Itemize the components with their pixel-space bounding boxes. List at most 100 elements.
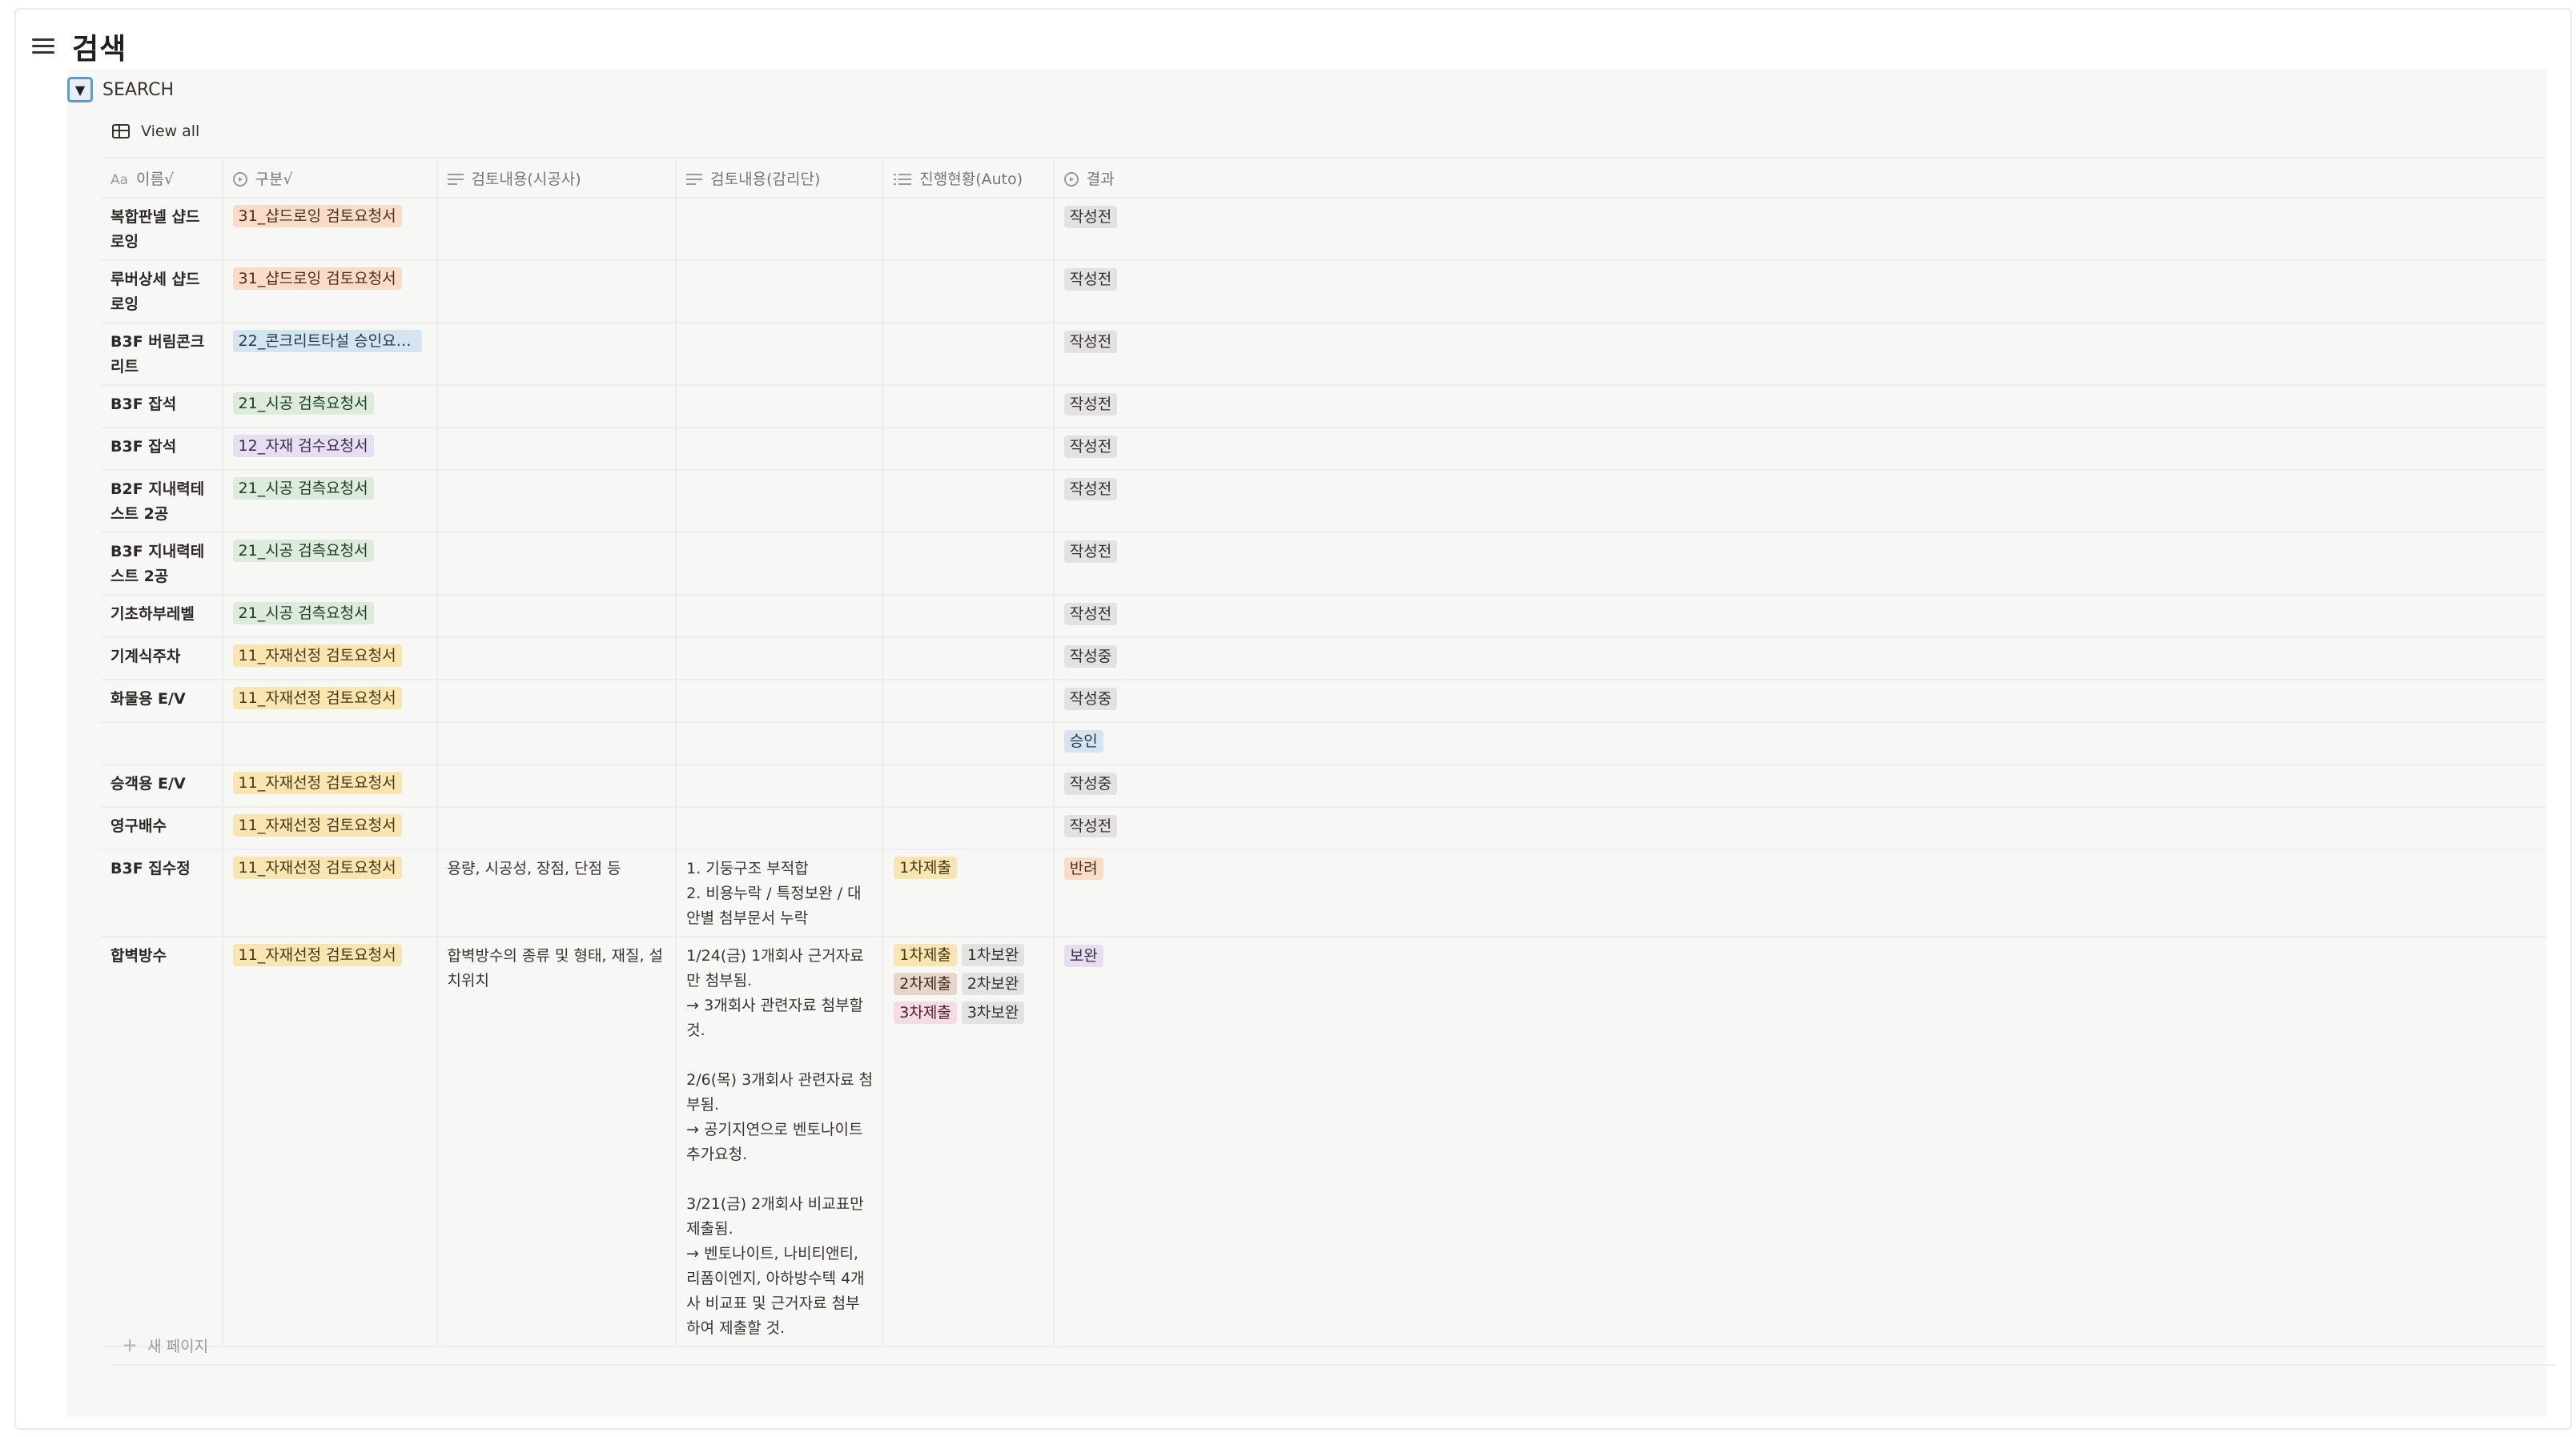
cell-review-contractor[interactable] <box>436 765 677 808</box>
new-page-button[interactable]: + 새 페이지 <box>111 1326 2556 1366</box>
cell-review-supervisor[interactable] <box>676 807 885 850</box>
cell-name[interactable]: B3F 집수정 <box>101 849 223 937</box>
cell-progress[interactable] <box>883 765 1055 808</box>
cell-category[interactable]: 31_샵드로잉 검토요청서 <box>222 198 438 261</box>
cell-category[interactable]: 31_샵드로잉 검토요청서 <box>222 260 438 323</box>
cell-result[interactable]: 작성전 <box>1053 260 2546 323</box>
cell-result[interactable]: 작성전 <box>1053 595 2546 638</box>
cell-name[interactable]: B2F 지내력테스트 2공 <box>101 470 223 533</box>
table-row[interactable]: 승객용 E/V 11_자재선정 검토요청서 작성중 <box>101 765 2546 808</box>
cell-progress[interactable] <box>883 680 1055 723</box>
cell-progress[interactable] <box>883 385 1055 428</box>
table-row[interactable]: 기계식주차 11_자재선정 검토요청서 작성중 <box>101 637 2546 680</box>
table-row[interactable]: 영구배수 11_자재선정 검토요청서 작성전 <box>101 807 2546 850</box>
cell-review-supervisor[interactable] <box>676 765 885 808</box>
cell-name[interactable]: B3F 지내력테스트 2공 <box>101 532 223 596</box>
table-row[interactable]: B2F 지내력테스트 2공 21_시공 검측요청서 작성전 <box>101 470 2546 533</box>
table-row[interactable]: 기초하부레벨 21_시공 검측요청서 작성전 <box>101 595 2546 638</box>
cell-category[interactable]: 11_자재선정 검토요청서 <box>222 849 438 937</box>
cell-progress[interactable]: 1차제출 1차보완 2차제출 2차보완 3차제출 3차보완 <box>883 937 1055 1347</box>
cell-result[interactable]: 작성전 <box>1053 198 2546 261</box>
cell-review-supervisor[interactable] <box>676 323 885 386</box>
cell-result[interactable]: 보완 <box>1053 937 2546 1347</box>
table-row[interactable]: 복합판넬 샵드로잉 31_샵드로잉 검토요청서 작성전 <box>101 198 2546 261</box>
toggle-triangle-icon[interactable]: ▼ <box>67 77 93 102</box>
cell-result[interactable]: 작성중 <box>1053 637 2546 680</box>
cell-review-contractor[interactable] <box>436 385 677 428</box>
cell-review-supervisor[interactable] <box>676 722 885 765</box>
cell-category[interactable]: 11_자재선정 검토요청서 <box>222 937 438 1347</box>
cell-name[interactable]: B3F 버림콘크리트 <box>101 323 223 386</box>
cell-name[interactable]: 루버상세 샵드로잉 <box>101 260 223 323</box>
cell-progress[interactable] <box>883 260 1055 323</box>
cell-result[interactable]: 작성중 <box>1053 765 2546 808</box>
cell-progress[interactable] <box>883 722 1055 765</box>
cell-review-supervisor[interactable]: 1. 기둥구조 부적합 2. 비용누락 / 특정보완 / 대안별 첨부문서 누락 <box>676 849 885 937</box>
cell-result[interactable]: 작성전 <box>1053 470 2546 533</box>
cell-review-supervisor[interactable] <box>676 427 885 471</box>
cell-name[interactable]: 화물용 E/V <box>101 680 223 723</box>
cell-category[interactable]: 11_자재선정 검토요청서 <box>222 637 438 680</box>
cell-review-contractor[interactable] <box>436 470 677 533</box>
cell-category[interactable]: 21_시공 검측요청서 <box>222 385 438 428</box>
cell-category[interactable]: 11_자재선정 검토요청서 <box>222 680 438 723</box>
cell-review-contractor[interactable]: 합벽방수의 종류 및 형태, 재질, 설치위치 <box>436 937 677 1347</box>
cell-progress[interactable]: 1차제출 <box>883 849 1055 937</box>
cell-result[interactable]: 작성전 <box>1053 807 2546 850</box>
table-row[interactable]: 화물용 E/V 11_자재선정 검토요청서 작성중 <box>101 680 2546 723</box>
cell-name[interactable]: 기초하부레벨 <box>101 595 223 638</box>
cell-progress[interactable] <box>883 427 1055 471</box>
cell-review-supervisor[interactable] <box>676 637 885 680</box>
cell-progress[interactable] <box>883 470 1055 533</box>
cell-name[interactable] <box>101 722 223 765</box>
table-row[interactable]: 승인 <box>101 722 2546 765</box>
cell-review-contractor[interactable] <box>436 637 677 680</box>
cell-review-contractor[interactable] <box>436 532 677 596</box>
table-row[interactable]: B3F 잡석 21_시공 검측요청서 작성전 <box>101 385 2546 428</box>
cell-review-contractor[interactable] <box>436 260 677 323</box>
cell-category[interactable]: 11_자재선정 검토요청서 <box>222 807 438 850</box>
cell-name[interactable]: 승객용 E/V <box>101 765 223 808</box>
cell-category[interactable]: 12_자재 검수요청서 <box>222 427 438 471</box>
cell-review-contractor[interactable]: 용량, 시공성, 장점, 단점 등 <box>436 849 677 937</box>
table-row[interactable]: 루버상세 샵드로잉 31_샵드로잉 검토요청서 작성전 <box>101 260 2546 323</box>
cell-category[interactable]: 21_시공 검측요청서 <box>222 470 438 533</box>
cell-name[interactable]: 복합판넬 샵드로잉 <box>101 198 223 261</box>
cell-progress[interactable] <box>883 532 1055 596</box>
cell-review-supervisor[interactable] <box>676 385 885 428</box>
table-row[interactable]: B3F 잡석 12_자재 검수요청서 작성전 <box>101 427 2546 471</box>
cell-result[interactable]: 작성전 <box>1053 532 2546 596</box>
cell-review-supervisor[interactable] <box>676 532 885 596</box>
cell-review-supervisor[interactable] <box>676 260 885 323</box>
column-header-progress[interactable]: 진행현황(Auto) <box>883 157 1055 199</box>
cell-name[interactable]: 기계식주차 <box>101 637 223 680</box>
cell-review-supervisor[interactable] <box>676 595 885 638</box>
cell-progress[interactable] <box>883 595 1055 638</box>
table-row[interactable]: B3F 집수정 11_자재선정 검토요청서 용량, 시공성, 장점, 단점 등 1. … <box>101 849 2546 937</box>
table-row[interactable]: B3F 버림콘크리트 22_콘크리트타설 승인요청서 작성전 <box>101 323 2546 386</box>
cell-review-contractor[interactable] <box>436 680 677 723</box>
cell-review-contractor[interactable] <box>436 323 677 386</box>
table-row[interactable]: B3F 지내력테스트 2공 21_시공 검측요청서 작성전 <box>101 532 2546 596</box>
cell-progress[interactable] <box>883 323 1055 386</box>
cell-review-contractor[interactable] <box>436 807 677 850</box>
column-header-review-supervisor[interactable]: 검토내용(감리단) <box>676 157 885 199</box>
cell-category[interactable]: 21_시공 검측요청서 <box>222 595 438 638</box>
cell-review-contractor[interactable] <box>436 722 677 765</box>
cell-name[interactable]: 합벽방수 <box>101 937 223 1347</box>
column-header-review-contractor[interactable]: 검토내용(시공사) <box>436 157 677 199</box>
cell-category[interactable] <box>222 722 438 765</box>
cell-result[interactable]: 작성중 <box>1053 680 2546 723</box>
cell-name[interactable]: B3F 잡석 <box>101 385 223 428</box>
cell-review-supervisor[interactable]: 1/24(금) 1개회사 근거자료만 첨부됨. → 3개회사 관련자료 첨부할 … <box>676 937 885 1347</box>
cell-name[interactable]: B3F 잡석 <box>101 427 223 471</box>
view-tab-all[interactable]: View all <box>112 115 199 147</box>
cell-review-supervisor[interactable] <box>676 470 885 533</box>
column-header-result[interactable]: 결과 <box>1053 157 2546 199</box>
cell-review-contractor[interactable] <box>436 198 677 261</box>
cell-result[interactable]: 작성전 <box>1053 385 2546 428</box>
cell-review-contractor[interactable] <box>436 595 677 638</box>
cell-result[interactable]: 반려 <box>1053 849 2546 937</box>
cell-result[interactable]: 작성전 <box>1053 427 2546 471</box>
cell-review-contractor[interactable] <box>436 427 677 471</box>
